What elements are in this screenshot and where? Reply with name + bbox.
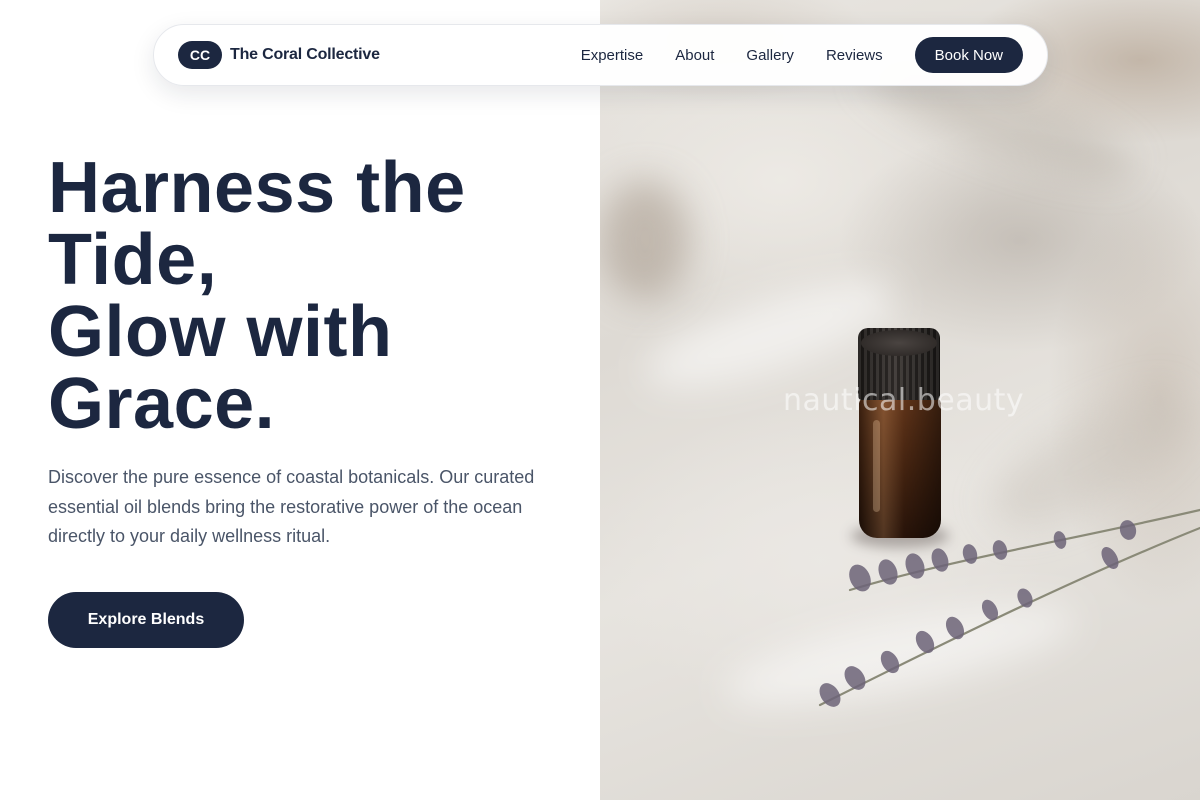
brand-badge: CC xyxy=(178,41,222,69)
hero-image: nautical.beauty xyxy=(600,0,1200,800)
image-watermark: nautical.beauty xyxy=(783,383,1025,418)
nav-link-expertise[interactable]: Expertise xyxy=(581,47,644,64)
top-navbar: CC The Coral Collective Expertise About … xyxy=(153,24,1048,86)
brand-logo[interactable]: CC The Coral Collective xyxy=(178,41,380,69)
hero-title-line: Harness the xyxy=(48,148,466,228)
hero-description: Discover the pure essence of coastal bot… xyxy=(48,467,535,546)
explore-blends-button[interactable]: Explore Blends xyxy=(48,592,244,648)
book-now-button[interactable]: Book Now xyxy=(914,37,1023,73)
cloth-fold xyxy=(600,180,690,300)
nav-link-gallery[interactable]: Gallery xyxy=(746,47,794,64)
hero-title: Harness the Tide, Glow with Grace. xyxy=(48,152,568,440)
nav-link-about[interactable]: About xyxy=(675,47,714,64)
nav-link-reviews[interactable]: Reviews xyxy=(826,47,883,64)
hero-title-line: Grace. xyxy=(48,364,276,444)
hero-title-line: Glow with xyxy=(48,292,393,372)
landing-page: nautical.beauty CC The Coral Collective … xyxy=(0,0,1200,800)
lavender-sprig-icon xyxy=(818,508,1200,707)
nav-links: Expertise About Gallery Reviews Book Now xyxy=(581,37,1023,73)
hero-title-line: Tide, xyxy=(48,220,218,300)
brand-name: The Coral Collective xyxy=(230,46,380,63)
